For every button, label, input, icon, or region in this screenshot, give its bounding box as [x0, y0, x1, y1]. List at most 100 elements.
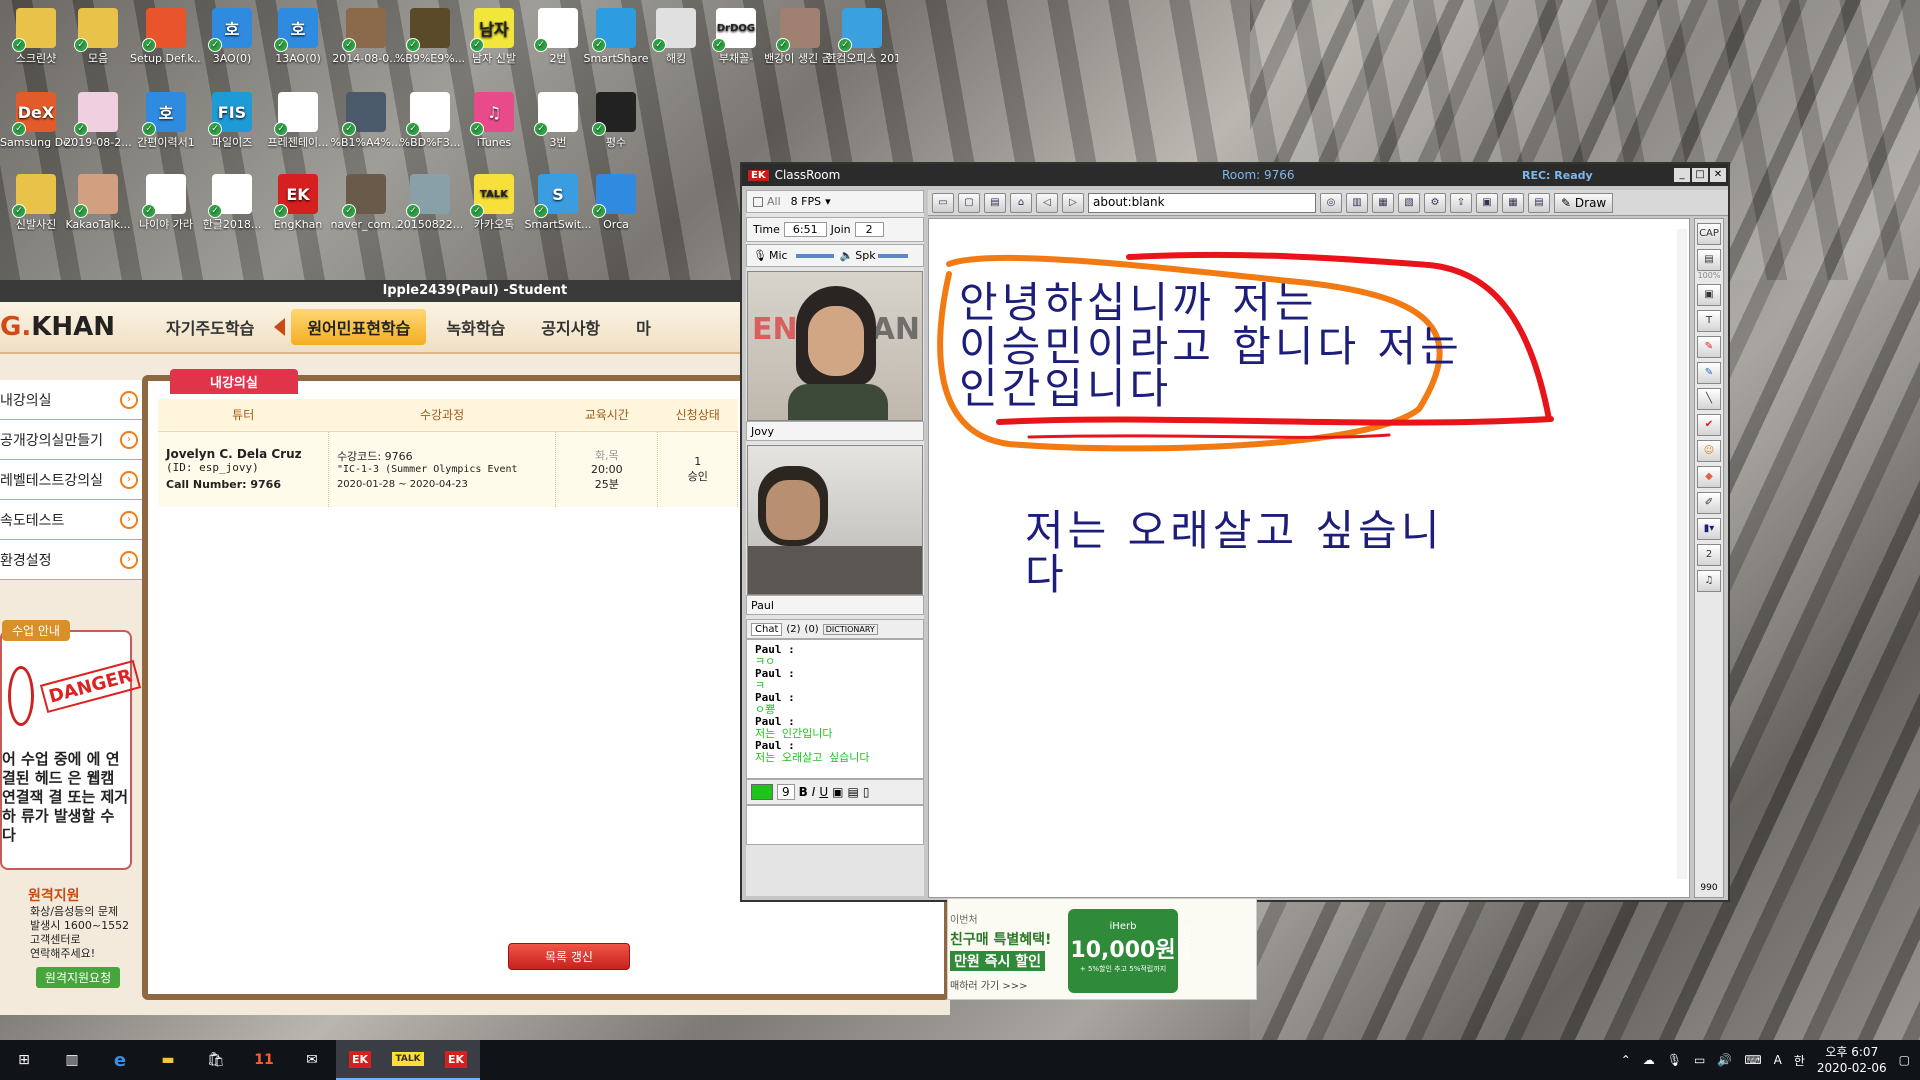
- desktop-icon[interactable]: TALK ✓ 카카오톡: [458, 170, 530, 254]
- desktop-icon[interactable]: ✓ 나이야 가라: [130, 170, 202, 254]
- speaker-slider[interactable]: [877, 253, 908, 258]
- chevron-up-icon[interactable]: ⌃: [1621, 1053, 1631, 1067]
- ad-banner[interactable]: 이번처 친구매 특별혜택! 만원 즉시 할인 매하러 가기 >>> iHerb …: [947, 898, 1257, 1000]
- line-tool-icon[interactable]: ╲: [1697, 388, 1721, 410]
- media-icon[interactable]: ▦: [1372, 192, 1394, 213]
- table-row[interactable]: Jovelyn C. Dela Cruz (ID: esp_jovy) Call…: [158, 431, 738, 507]
- save-icon[interactable]: ▣: [1697, 284, 1721, 306]
- sidebar-item-level-test[interactable]: 레벨테스트강의실 ›: [0, 460, 148, 500]
- clock[interactable]: 오후 6:07 2020-02-06: [1817, 1044, 1887, 1076]
- italic-button[interactable]: I: [812, 785, 816, 799]
- eraser-icon[interactable]: ◆: [1697, 466, 1721, 488]
- all-checkbox[interactable]: [753, 196, 763, 207]
- book-icon[interactable]: ▥: [1346, 192, 1368, 213]
- desktop-icon[interactable]: ✓ %B9%E9%...: [394, 4, 466, 88]
- desktop-icon[interactable]: DrDOG ✓ 부채꼴-: [700, 4, 772, 88]
- forward-icon[interactable]: ▷: [1062, 192, 1084, 213]
- draw-button[interactable]: ✎ Draw: [1554, 192, 1614, 213]
- text-tool-icon[interactable]: T: [1697, 310, 1721, 332]
- font-color-picker[interactable]: [751, 784, 773, 800]
- desktop-icon[interactable]: 호 ✓ 3AO(0): [196, 4, 268, 88]
- start-button[interactable]: ⊞: [0, 1040, 48, 1080]
- layout-icon[interactable]: ▭: [932, 192, 954, 213]
- window-icon[interactable]: ▢: [958, 192, 980, 213]
- edge-icon[interactable]: e: [96, 1040, 144, 1080]
- desktop-icon[interactable]: ✓ 모음: [62, 4, 134, 88]
- share-icon[interactable]: ⇪: [1450, 192, 1472, 213]
- nav-more[interactable]: 마: [620, 309, 667, 345]
- desktop-icon[interactable]: 남자 ✓ 남자 신발: [458, 4, 530, 88]
- desktop-icon[interactable]: ✓ 2019-08-2...: [62, 88, 134, 172]
- desktop-icon[interactable]: ✓한컴오피스 2018: [826, 4, 898, 88]
- bold-button[interactable]: B: [799, 785, 808, 799]
- clear-icon[interactable]: ✐: [1697, 492, 1721, 514]
- back-icon[interactable]: ◁: [1036, 192, 1058, 213]
- refresh-icon[interactable]: ◎: [1320, 192, 1342, 213]
- desktop-icon[interactable]: ✓ 20150822...: [394, 170, 466, 254]
- color-select[interactable]: ▮▾: [1697, 518, 1721, 540]
- desktop-icon[interactable]: ✓ %BD%F3...: [394, 88, 466, 172]
- settings-icon[interactable]: ⚙: [1424, 192, 1446, 213]
- save-icon[interactable]: ▣: [832, 785, 843, 799]
- print-icon[interactable]: ▤: [847, 785, 858, 799]
- kakaotalk-taskbar-icon[interactable]: TALK: [384, 1040, 432, 1080]
- font-size-input[interactable]: 9: [777, 784, 795, 800]
- desktop-icon[interactable]: 호 ✓ 간편이력서1: [130, 88, 202, 172]
- underline-button[interactable]: U: [819, 785, 828, 799]
- sidebar-item-speed-test[interactable]: 속도테스트 ›: [0, 500, 148, 540]
- desktop-icon[interactable]: ✓ Orca: [580, 170, 652, 254]
- desktop-icon[interactable]: 호 ✓ 13AO(0): [262, 4, 334, 88]
- desktop-icon[interactable]: ✓ %B1%A4%...: [330, 88, 402, 172]
- calc-icon[interactable]: ▤: [1528, 192, 1550, 213]
- engkhan-taskbar-icon[interactable]: EK: [336, 1040, 384, 1080]
- capture-icon[interactable]: CAP: [1697, 223, 1721, 245]
- board-scrollbar[interactable]: [1677, 229, 1687, 879]
- desktop-icon[interactable]: ♫ ✓ iTunes: [458, 88, 530, 172]
- mail-icon[interactable]: ✉: [288, 1040, 336, 1080]
- tab-my-classroom[interactable]: 내강의실: [170, 369, 298, 394]
- tab-other[interactable]: (0): [805, 624, 819, 635]
- desktop-icon[interactable]: ✓ KakaoTalk...: [62, 170, 134, 254]
- nav-native-expression[interactable]: 원어민표현학습: [291, 309, 427, 345]
- print-icon[interactable]: ▤: [1697, 249, 1721, 271]
- desktop-icon[interactable]: EK ✓ EngKhan: [262, 170, 334, 254]
- desktop-icon[interactable]: ✓ 프레젠테이...: [262, 88, 334, 172]
- sidebar-item-my-classroom[interactable]: 내강의실 ›: [0, 380, 148, 420]
- ime-indicator[interactable]: A: [1774, 1053, 1782, 1067]
- hangul-icon[interactable]: 한: [1794, 1052, 1805, 1069]
- grid-icon[interactable]: ▦: [1502, 192, 1524, 213]
- url-input[interactable]: about:blank: [1088, 192, 1316, 213]
- task-view-icon[interactable]: ▥: [48, 1040, 96, 1080]
- nav-notice[interactable]: 공지사항: [525, 309, 616, 345]
- stamp-icon[interactable]: ☺: [1697, 440, 1721, 462]
- minimize-button[interactable]: _: [1674, 168, 1690, 182]
- keyboard-icon[interactable]: ⌨: [1744, 1053, 1761, 1067]
- screen-icon[interactable]: ▧: [1398, 192, 1420, 213]
- display-icon[interactable]: ▭: [1694, 1053, 1705, 1067]
- check-tool-icon[interactable]: ✔: [1697, 414, 1721, 436]
- network-icon[interactable]: ☁: [1643, 1053, 1655, 1067]
- pen-tool-icon[interactable]: ✎: [1697, 336, 1721, 358]
- desktop-icon[interactable]: ✓ 2014-08-0...: [330, 4, 402, 88]
- mic-slider[interactable]: [795, 253, 834, 258]
- dictionary-button[interactable]: DICTIONARY: [822, 623, 878, 635]
- sidebar-item-settings[interactable]: 환경설정 ›: [0, 540, 148, 580]
- file-icon[interactable]: ▯: [863, 785, 870, 799]
- refresh-list-button[interactable]: 목록 갱신: [508, 943, 630, 970]
- home-icon[interactable]: ⌂: [1010, 192, 1032, 213]
- monitor-icon[interactable]: ▣: [1476, 192, 1498, 213]
- document-icon[interactable]: ▤: [984, 192, 1006, 213]
- maximize-button[interactable]: □: [1692, 168, 1708, 182]
- volume-icon[interactable]: 🔊: [1717, 1053, 1732, 1067]
- mic-tray-icon[interactable]: 🎙: [1667, 1053, 1682, 1067]
- desktop-icon[interactable]: ✓ Setup.Def.k...: [130, 4, 202, 88]
- 11st-icon[interactable]: 11: [240, 1040, 288, 1080]
- highlighter-icon[interactable]: ✎: [1697, 362, 1721, 384]
- line-width-stepper[interactable]: 2: [1697, 544, 1721, 566]
- nav-self-study[interactable]: 자기주도학습: [150, 309, 270, 345]
- explorer-icon[interactable]: ▬: [144, 1040, 192, 1080]
- desktop-icon[interactable]: FIS ✓ 파일이즈: [196, 88, 268, 172]
- remote-support-button[interactable]: 원격지원요청: [36, 967, 120, 988]
- desktop-icon[interactable]: ✓ 평수: [580, 88, 652, 172]
- store-icon[interactable]: 🛍: [192, 1040, 240, 1080]
